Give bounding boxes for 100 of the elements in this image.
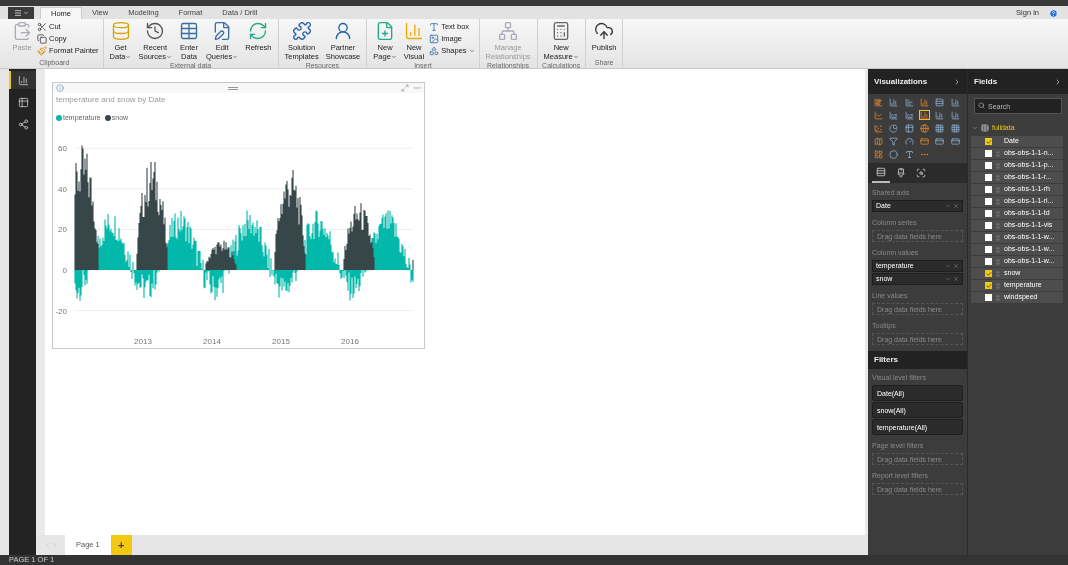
visual-type-button[interactable] (873, 136, 884, 146)
chart-type-icon (889, 149, 899, 159)
visual-type-button[interactable] (919, 123, 930, 133)
visual-type-button[interactable] (903, 149, 915, 159)
y-axis-label: -20 (55, 306, 67, 316)
caret-icon (972, 125, 978, 131)
caret-icon (232, 53, 239, 60)
chart-type-icon (874, 123, 883, 133)
visual-type-button[interactable] (934, 136, 946, 146)
visual-type-button[interactable] (934, 123, 946, 133)
help-icon[interactable] (1049, 9, 1058, 18)
chart-type-icon (889, 123, 899, 133)
x-axis-label: 2013 (134, 336, 152, 346)
more-options-icon[interactable] (413, 84, 421, 92)
fields-well-icon (876, 167, 886, 177)
expand-toggle[interactable] (972, 125, 978, 131)
caret-icon (125, 53, 132, 60)
visual-type-button[interactable] (919, 110, 930, 120)
checkbox[interactable] (985, 270, 992, 277)
chart-type-icon (950, 136, 960, 146)
search-icon (978, 102, 985, 109)
visual-type-button[interactable] (903, 110, 915, 120)
visual-type-button[interactable] (903, 136, 915, 146)
chart-type-icon (889, 97, 899, 107)
visual-type-button[interactable] (888, 123, 900, 133)
checkbox[interactable] (985, 246, 992, 253)
cloud-upload-icon (594, 21, 615, 41)
visual-type-button[interactable] (873, 97, 884, 107)
analytics-icon (916, 168, 926, 178)
checkbox[interactable] (985, 138, 992, 145)
text-box-icon (429, 22, 440, 32)
filters-title: Filters (874, 354, 898, 366)
close-icon (953, 276, 959, 282)
close-icon (953, 203, 959, 209)
checkbox[interactable] (985, 258, 992, 265)
chart-type-icon (874, 136, 883, 146)
checkbox[interactable] (985, 234, 992, 241)
chart-type-icon (904, 97, 914, 107)
visual-type-button[interactable] (903, 123, 915, 133)
menu-icon (13, 9, 22, 17)
visual-type-button[interactable] (949, 123, 961, 133)
check-icon (985, 138, 992, 145)
refresh-icon (248, 21, 269, 41)
checkbox[interactable] (985, 222, 992, 229)
caret-icon (165, 53, 172, 60)
chart-type-icon (874, 110, 883, 120)
collapse-icon[interactable] (953, 77, 961, 86)
visual-type-button[interactable] (949, 136, 961, 146)
x-axis-label: 2014 (203, 336, 221, 346)
chart-type-icon (935, 136, 945, 146)
file-menu-button[interactable] (8, 7, 34, 19)
data-view-icon (18, 96, 29, 108)
chart-type-icon (920, 136, 929, 146)
checkbox[interactable] (985, 174, 992, 181)
chart-type-icon (920, 110, 929, 120)
y-axis-label: 60 (58, 143, 67, 153)
chart-type-icon (935, 97, 945, 107)
focus-mode-icon[interactable] (401, 84, 409, 92)
checkbox[interactable] (985, 282, 992, 289)
chart-type-icon (920, 123, 929, 133)
chart-type-icon (874, 149, 883, 159)
chart-type-icon (950, 97, 960, 107)
info-icon (56, 84, 64, 92)
chart-type-icon (935, 123, 945, 133)
view-button[interactable] (9, 71, 36, 89)
chart-type-icon (920, 97, 929, 107)
paintbrush-icon (37, 46, 47, 56)
caret-icon (945, 263, 951, 269)
visual-type-button[interactable] (873, 149, 884, 159)
pane-title: Fields (974, 75, 998, 88)
caret-icon (945, 276, 951, 282)
checkbox[interactable] (985, 186, 992, 193)
visual-type-button[interactable] (919, 136, 930, 146)
chart-type-icon (904, 110, 914, 120)
network-icon (498, 21, 519, 41)
checkbox[interactable] (985, 162, 992, 169)
database-icon (110, 21, 131, 41)
close-icon (953, 263, 959, 269)
checkbox[interactable] (985, 294, 992, 301)
chart-type-icon (889, 110, 899, 120)
visual-type-button[interactable] (888, 110, 900, 120)
add-page-button[interactable]: + (110, 535, 132, 555)
visual-type-button[interactable] (888, 149, 900, 159)
y-axis-label: 40 (58, 184, 67, 194)
checkbox[interactable] (985, 150, 992, 157)
checkbox[interactable] (985, 198, 992, 205)
y-axis-label: 0 (62, 265, 67, 275)
x-axis-label: 2015 (272, 336, 290, 346)
checkbox[interactable] (985, 210, 992, 217)
chart-type-icon (904, 149, 914, 159)
visual-type-button[interactable] (888, 136, 900, 146)
table-icon (981, 124, 989, 132)
collapse-icon[interactable] (1054, 77, 1062, 86)
caret-icon (468, 48, 475, 54)
drag-handle[interactable] (227, 86, 238, 90)
visual-type-button[interactable] (934, 97, 946, 107)
paint-roller-icon (896, 168, 906, 178)
y-axis-label: 20 (58, 224, 67, 234)
chart-type-icon (904, 136, 914, 146)
visual-title: temperature and snow by Date (55, 94, 167, 106)
